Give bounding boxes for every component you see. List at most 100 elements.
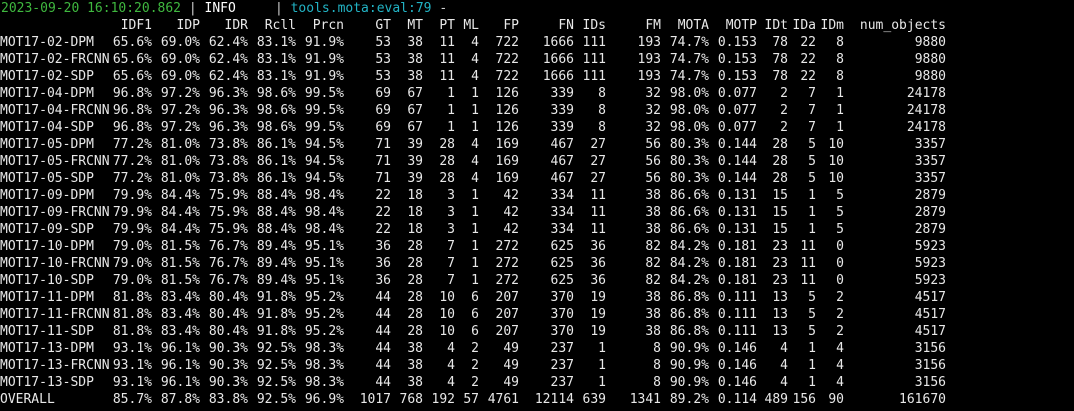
table-cell: 0.181 <box>717 256 757 271</box>
column-header: IDR <box>224 18 248 33</box>
table-cell: 1 <box>471 120 479 135</box>
table-cell: 2 <box>836 307 844 322</box>
table-cell: 98.0% <box>669 120 709 135</box>
table-cell: 2 <box>836 324 844 339</box>
table-cell: 9880 <box>914 69 946 84</box>
table-cell: 1 <box>471 86 479 101</box>
table-cell: 1 <box>471 256 479 271</box>
table-cell: 28 <box>407 239 423 254</box>
table-cell: 94.5% <box>304 154 344 169</box>
table-cell: 7 <box>808 86 816 101</box>
table-cell: 22 <box>375 222 391 237</box>
table-cell: 39 <box>407 154 423 169</box>
table-cell: 1 <box>471 239 479 254</box>
table-cell: 1 <box>471 273 479 288</box>
table-row: MOT17-09-FRCNN 79.9% 84.4% 75.9% 88.4% 98.4% 2… <box>0 204 946 221</box>
table-cell: 89.4% <box>256 273 296 288</box>
table-cell: 22 <box>375 205 391 220</box>
table-cell: 91.8% <box>256 324 296 339</box>
table-cell: 3156 <box>914 358 946 373</box>
row-sequence-name: MOT17-13-SDP <box>0 375 94 390</box>
table-cell: 27 <box>590 154 606 169</box>
column-header: IDa <box>792 18 816 33</box>
table-cell: 0.144 <box>717 171 757 186</box>
terminal-window[interactable]: 2023-09-20 16:10:20.862 | INFO | tools.m… <box>0 0 1074 411</box>
table-cell: 22 <box>800 35 816 50</box>
table-cell: 6 <box>471 290 479 305</box>
table-cell: 28 <box>439 171 455 186</box>
table-cell: 73.8% <box>208 154 248 169</box>
table-cell: 8 <box>836 69 844 84</box>
table-row: MOT17-02-SDP 65.6% 69.0% 62.4% 83.1% 91.9% 53 3… <box>0 68 946 85</box>
log-suffix: - <box>431 1 455 16</box>
table-cell: 96.8% <box>112 86 152 101</box>
table-cell: 10 <box>439 307 455 322</box>
table-cell: 38 <box>645 290 661 305</box>
table-cell: 88.4% <box>256 205 296 220</box>
table-cell: 339 <box>550 103 574 118</box>
table-cell: 6 <box>471 307 479 322</box>
table-cell: 4517 <box>914 324 946 339</box>
table-cell: 28 <box>439 137 455 152</box>
table-cell: 625 <box>550 256 574 271</box>
table-row: MOT17-05-SDP 77.2% 81.0% 73.8% 86.1% 94.5% 71 3… <box>0 170 946 187</box>
table-cell: 86.6% <box>669 222 709 237</box>
table-cell: 3156 <box>914 375 946 390</box>
table-row: MOT17-11-DPM 81.8% 83.4% 80.4% 91.8% 95.2% 44 2… <box>0 289 946 306</box>
table-cell: 22 <box>800 69 816 84</box>
table-cell: 111 <box>582 35 606 50</box>
table-cell: 95.2% <box>304 290 344 305</box>
table-cell: 10 <box>439 324 455 339</box>
table-row: MOT17-04-DPM 96.8% 97.2% 96.3% 98.6% 99.5% 69 6… <box>0 85 946 102</box>
table-cell: 5 <box>836 222 844 237</box>
table-cell: 5 <box>808 154 816 169</box>
log-header-line: 2023-09-20 16:10:20.862 | INFO | tools.m… <box>0 0 1074 17</box>
table-cell: 96.3% <box>208 103 248 118</box>
table-cell: 80.4% <box>208 324 248 339</box>
table-cell: 39 <box>407 137 423 152</box>
table-cell: 15 <box>772 222 788 237</box>
table-cell: 91.9% <box>304 69 344 84</box>
table-cell: 67 <box>407 103 423 118</box>
table-cell: 98.6% <box>256 86 296 101</box>
row-sequence-name: OVERALL <box>0 392 55 407</box>
table-cell: 10 <box>828 171 844 186</box>
table-cell: 0.077 <box>717 86 757 101</box>
table-cell: 80.3% <box>669 171 709 186</box>
table-cell: 65.6% <box>112 69 152 84</box>
table-row: MOT17-11-SDP 81.8% 83.4% 80.4% 91.8% 95.2% 44 2… <box>0 323 946 340</box>
table-cell: 69 <box>375 103 391 118</box>
table-cell: 0.114 <box>717 392 757 407</box>
table-cell: 90.9% <box>669 358 709 373</box>
table-cell: 156 <box>792 392 816 407</box>
log-separator: | <box>267 1 291 16</box>
table-cell: 44 <box>375 290 391 305</box>
table-cell: 1 <box>808 222 816 237</box>
table-cell: 334 <box>550 205 574 220</box>
table-cell: 4517 <box>914 307 946 322</box>
table-cell: 22 <box>800 52 816 67</box>
table-cell: 53 <box>375 35 391 50</box>
table-cell: 111 <box>582 69 606 84</box>
table-cell: 7 <box>808 120 816 135</box>
table-cell: 1 <box>836 103 844 118</box>
table-cell: 1666 <box>542 35 574 50</box>
table-cell: 28 <box>407 324 423 339</box>
table-cell: 0.144 <box>717 154 757 169</box>
table-row: MOT17-09-DPM 79.9% 84.4% 75.9% 88.4% 98.4% 22 1… <box>0 187 946 204</box>
table-cell: 97.2% <box>160 120 200 135</box>
table-cell: 193 <box>637 35 661 50</box>
table-cell: 1 <box>447 86 455 101</box>
log-location: tools.mota:eval:79 <box>290 1 432 16</box>
table-cell: 4761 <box>487 392 519 407</box>
table-cell: 92.5% <box>256 341 296 356</box>
table-cell: 79.0% <box>112 273 152 288</box>
table-cell: 22 <box>375 188 391 203</box>
table-header-row: IDF1 IDP IDR Rcll Prcn GT MT PT ML FP FN IDs FM MOTA M… <box>0 17 946 34</box>
table-cell: 91.8% <box>256 307 296 322</box>
table-cell: 97.2% <box>160 103 200 118</box>
table-row: MOT17-04-FRCNN 96.8% 97.2% 96.3% 98.6% 99.5% 6… <box>0 102 946 119</box>
table-cell: 11 <box>590 188 606 203</box>
table-cell: 28 <box>407 256 423 271</box>
table-cell: 0.153 <box>717 69 757 84</box>
